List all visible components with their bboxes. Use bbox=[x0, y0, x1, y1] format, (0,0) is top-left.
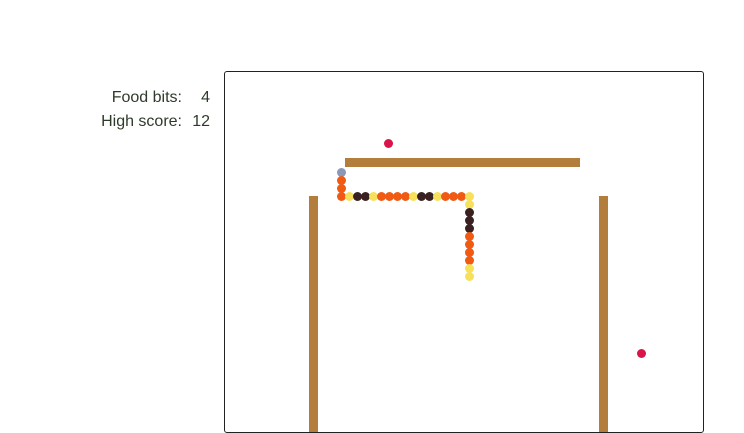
high-score-value: 12 bbox=[192, 113, 210, 130]
wall-left bbox=[309, 196, 318, 432]
wall-right bbox=[599, 196, 608, 432]
food-bits-row: Food bits: 4 bbox=[60, 86, 210, 110]
high-score-label: High score: bbox=[101, 113, 182, 130]
wall-top bbox=[345, 158, 580, 167]
food-pellet bbox=[383, 138, 393, 148]
food-bits-value: 4 bbox=[201, 89, 210, 106]
food-pellet bbox=[636, 348, 646, 358]
game-board[interactable] bbox=[224, 71, 704, 433]
high-score-row: High score: 12 bbox=[60, 110, 210, 134]
snake-segment bbox=[464, 271, 474, 281]
scoreboard: Food bits: 4 High score: 12 bbox=[60, 86, 210, 134]
food-bits-label: Food bits: bbox=[111, 89, 182, 106]
